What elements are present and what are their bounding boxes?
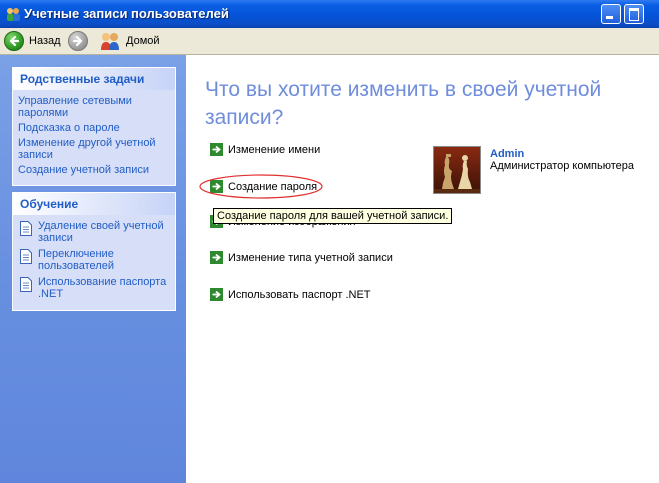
tooltip: Создание пароля для вашей учетной записи… xyxy=(213,208,453,224)
task-manage-network-passwords[interactable]: Управление сетевыми паролями xyxy=(18,95,171,119)
task-pane: Родственные задачи Управление сетевыми п… xyxy=(0,55,186,483)
minimize-button[interactable] xyxy=(601,4,621,24)
home-users-icon xyxy=(101,33,119,50)
highlight-ellipse xyxy=(199,174,323,199)
green-arrow-icon xyxy=(210,288,223,301)
document-icon xyxy=(20,277,32,292)
task-create-account[interactable]: Создание учетной записи xyxy=(18,164,171,176)
users-icon xyxy=(7,8,20,21)
task-change-other-account[interactable]: Изменение другой учетной записи xyxy=(18,137,171,161)
user-role: Администратор компьютера xyxy=(490,160,634,172)
task-password-hint[interactable]: Подсказка о пароле xyxy=(18,122,171,134)
back-label: Назад xyxy=(29,35,61,47)
related-tasks-box: Родственные задачи Управление сетевыми п… xyxy=(12,67,176,186)
action-label: Использовать паспорт .NET xyxy=(228,288,371,301)
home-label: Домой xyxy=(126,35,160,47)
green-arrow-icon xyxy=(210,143,223,156)
learn-item-switch-users[interactable]: Переключение пользователей xyxy=(18,248,171,272)
learn-item-net-passport[interactable]: Использование паспорта .NET xyxy=(18,276,171,300)
user-name: Admin xyxy=(490,148,525,160)
back-arrow-icon xyxy=(4,31,24,51)
action-use-net-passport[interactable]: Использовать паспорт .NET xyxy=(210,288,371,301)
green-arrow-icon xyxy=(210,251,223,264)
action-label: Изменение типа учетной записи xyxy=(228,251,393,264)
action-change-account-type[interactable]: Изменение типа учетной записи xyxy=(210,251,393,264)
learn-title: Обучение xyxy=(13,193,175,215)
document-icon xyxy=(20,249,32,264)
learn-item-label: Использование паспорта .NET xyxy=(38,276,167,300)
action-change-name[interactable]: Изменение имени xyxy=(210,143,320,156)
learn-item-delete-account[interactable]: Удаление своей учетной записи xyxy=(18,220,171,244)
learn-item-label: Переключение пользователей xyxy=(38,248,114,272)
back-button[interactable]: Назад xyxy=(4,31,61,51)
learn-box: Обучение Удаление своей учетной записи П… xyxy=(12,192,176,311)
document-icon xyxy=(20,221,32,236)
action-label: Изменение имени xyxy=(228,143,321,156)
maximize-button[interactable] xyxy=(624,4,644,24)
forward-arrow-icon xyxy=(68,31,88,51)
window-title: Учетные записи пользователей xyxy=(24,6,229,21)
chess-pieces-avatar[interactable] xyxy=(433,146,481,194)
learn-item-label: Удаление своей учетной записи xyxy=(38,220,164,244)
related-tasks-title: Родственные задачи xyxy=(13,68,175,90)
forward-button[interactable] xyxy=(68,31,88,51)
page-title: Что вы хотите изменить в своей учетной з… xyxy=(205,78,602,129)
title-bar[interactable]: Учетные записи пользователей xyxy=(0,0,659,28)
toolbar: Назад Домой xyxy=(0,28,659,55)
home-button[interactable]: Домой xyxy=(99,31,160,51)
